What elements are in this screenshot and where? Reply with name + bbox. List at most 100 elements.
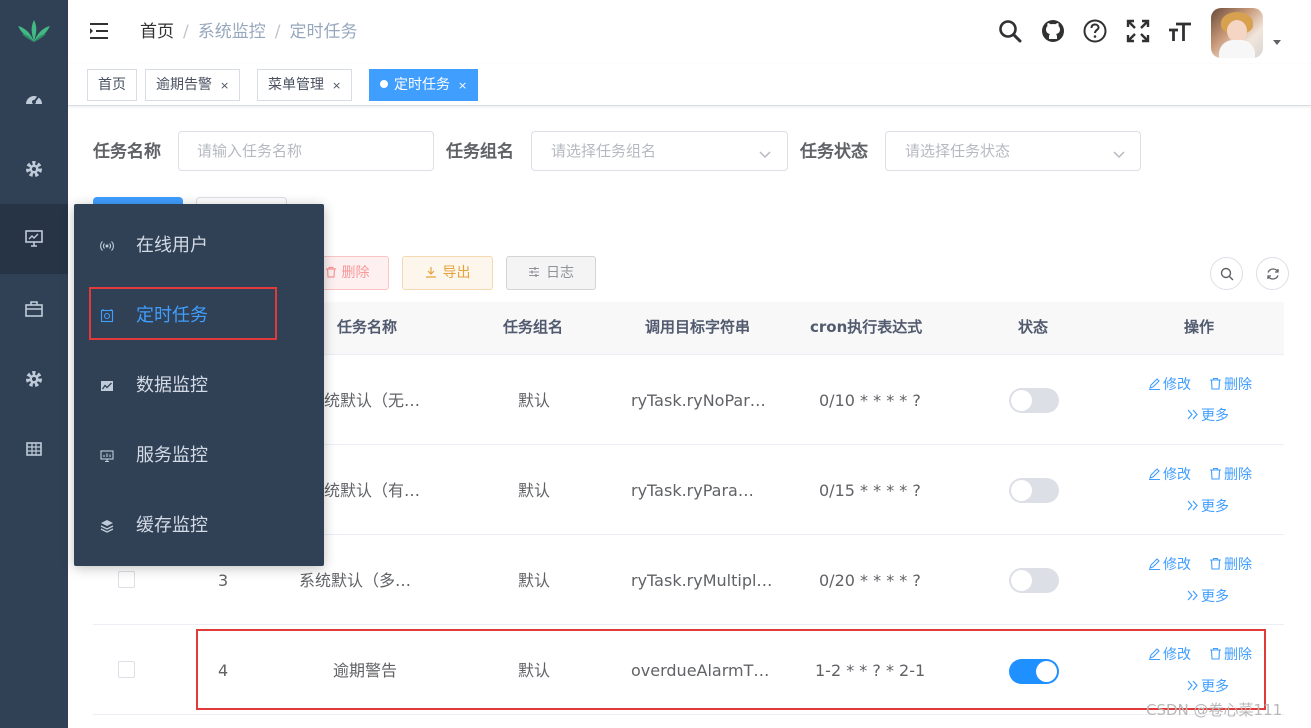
menu-item-online-users[interactable]: 在线用户: [74, 210, 324, 280]
status-switch[interactable]: [1009, 388, 1059, 413]
breadcrumb-separator: /: [274, 22, 281, 42]
log-label: 日志: [546, 265, 574, 281]
edit-icon: [1149, 558, 1160, 571]
cell-invoke-target: ryTask.ryPara…: [631, 481, 754, 500]
table-icon[interactable]: [22, 437, 46, 461]
edit-label: 修改: [1163, 557, 1191, 573]
breadcrumb-monitor: 系统监控: [197, 22, 266, 42]
edit-link[interactable]: 修改: [1148, 555, 1191, 575]
menu-item-cache-monitor[interactable]: 缓存监控: [74, 490, 324, 560]
font-size-icon[interactable]: [1167, 18, 1193, 44]
status-switch[interactable]: [1009, 568, 1059, 593]
export-button[interactable]: 导出: [402, 256, 493, 290]
col-cron: cron执行表达式: [810, 318, 923, 336]
cell-job-name: 统默认（无…: [324, 391, 421, 410]
status-switch[interactable]: [1009, 478, 1059, 503]
logo-icon[interactable]: [16, 18, 52, 44]
close-icon[interactable]: ×: [220, 71, 229, 101]
more-link[interactable]: 更多: [1186, 587, 1229, 607]
fullscreen-icon[interactable]: [1125, 18, 1151, 44]
tag-overdue-alarm[interactable]: 逾期告警 ×: [145, 69, 241, 101]
job-group-placeholder: 请选择任务组名: [551, 142, 657, 160]
caret-down-icon[interactable]: [1273, 40, 1281, 45]
menu-item-data-monitor[interactable]: 数据监控: [74, 350, 324, 420]
edit-icon: [1149, 378, 1160, 391]
delete-link[interactable]: 删除: [1209, 555, 1252, 575]
log-button[interactable]: 日志: [506, 256, 596, 290]
menu-item-label: 数据监控: [136, 375, 208, 396]
breadcrumb-job: 定时任务: [289, 22, 358, 42]
tag-home[interactable]: 首页: [87, 69, 137, 101]
chevron-down-icon: [1113, 145, 1125, 159]
cell-job-group: 默认: [518, 481, 551, 500]
tag-label: 定时任务: [394, 77, 450, 93]
settings-icon[interactable]: [22, 367, 46, 391]
menu-item-label: 服务监控: [136, 445, 208, 466]
toggle-search-button[interactable]: [1210, 257, 1243, 290]
more-link[interactable]: 更多: [1186, 406, 1229, 426]
hamburger-icon[interactable]: [88, 20, 110, 42]
avatar[interactable]: [1211, 8, 1263, 58]
chevron-down-icon: [759, 145, 771, 159]
delete-link[interactable]: 删除: [1209, 465, 1252, 485]
breadcrumb: 首页 / 系统监控 / 定时任务: [140, 20, 357, 44]
search-icon[interactable]: [997, 18, 1023, 44]
submenu-popup: 在线用户 定时任务 数据监控 服务监控 缓存监控: [74, 204, 324, 566]
job-name-input[interactable]: [178, 131, 434, 171]
delete-label: 删除: [1224, 467, 1252, 483]
breadcrumb-home[interactable]: 首页: [140, 22, 174, 42]
dashboard-icon[interactable]: [22, 88, 46, 112]
breadcrumb-separator: /: [183, 22, 189, 42]
navbar: 首页 / 系统监控 / 定时任务: [68, 0, 1311, 64]
status-label: 任务状态: [800, 142, 868, 162]
monitor-icon[interactable]: [22, 226, 46, 250]
col-actions: 操作: [1184, 318, 1215, 336]
more-label: 更多: [1201, 408, 1229, 424]
more-link[interactable]: 更多: [1186, 497, 1229, 517]
delete-icon: [1210, 377, 1221, 390]
col-job-name: 任务名称: [337, 318, 398, 336]
close-icon[interactable]: ×: [458, 71, 467, 101]
tag-job[interactable]: 定时任务 ×: [369, 69, 479, 101]
edit-label: 修改: [1163, 377, 1191, 393]
cell-job-group: 默认: [518, 391, 551, 410]
help-icon[interactable]: [1082, 18, 1108, 44]
delete-label: 删除: [1224, 557, 1252, 573]
edit-link[interactable]: 修改: [1148, 465, 1191, 485]
double-right-icon: [1187, 590, 1198, 601]
more-label: 更多: [1201, 499, 1229, 515]
toolbox-icon[interactable]: [22, 297, 46, 321]
row-checkbox[interactable]: [118, 661, 135, 678]
cell-job-id: 3: [218, 571, 229, 590]
search-icon: [1220, 267, 1234, 281]
active-dot-icon: [380, 80, 388, 88]
tag-label: 逾期告警: [156, 77, 212, 93]
server-icon: [100, 449, 114, 463]
job-name-label: 任务名称: [93, 142, 161, 162]
more-label: 更多: [1201, 589, 1229, 605]
delete-link[interactable]: 删除: [1209, 375, 1252, 395]
menu-item-server-monitor[interactable]: 服务监控: [74, 420, 324, 490]
edit-link[interactable]: 修改: [1148, 375, 1191, 395]
delete-label: 删除: [1224, 377, 1252, 393]
redis-icon: [100, 519, 114, 533]
avatar-face: [1227, 20, 1247, 42]
close-icon[interactable]: ×: [332, 71, 341, 101]
avatar-body: [1219, 40, 1255, 58]
menu-item-label: 缓存监控: [136, 515, 208, 536]
cell-job-name: 系统默认（多…: [299, 571, 412, 590]
github-icon[interactable]: [1040, 18, 1066, 44]
col-invoke-target: 调用目标字符串: [645, 318, 751, 336]
refresh-icon: [1267, 268, 1279, 280]
gear-icon[interactable]: [22, 157, 46, 181]
tag-menu-manage[interactable]: 菜单管理 ×: [257, 69, 353, 101]
status-placeholder: 请选择任务状态: [905, 142, 1011, 160]
row-checkbox[interactable]: [118, 571, 135, 588]
watermark: CSDN @卷心菜111: [1146, 701, 1283, 719]
refresh-button[interactable]: [1256, 257, 1289, 290]
cell-invoke-target: ryTask.ryMultipl…: [631, 571, 773, 590]
tag-label: 菜单管理: [268, 77, 324, 93]
cell-cron: 0/15 * * * * ?: [819, 481, 921, 500]
tags-view: 首页 逾期告警 × 菜单管理 × 定时任务 ×: [68, 64, 1311, 106]
edit-icon: [1149, 468, 1160, 481]
